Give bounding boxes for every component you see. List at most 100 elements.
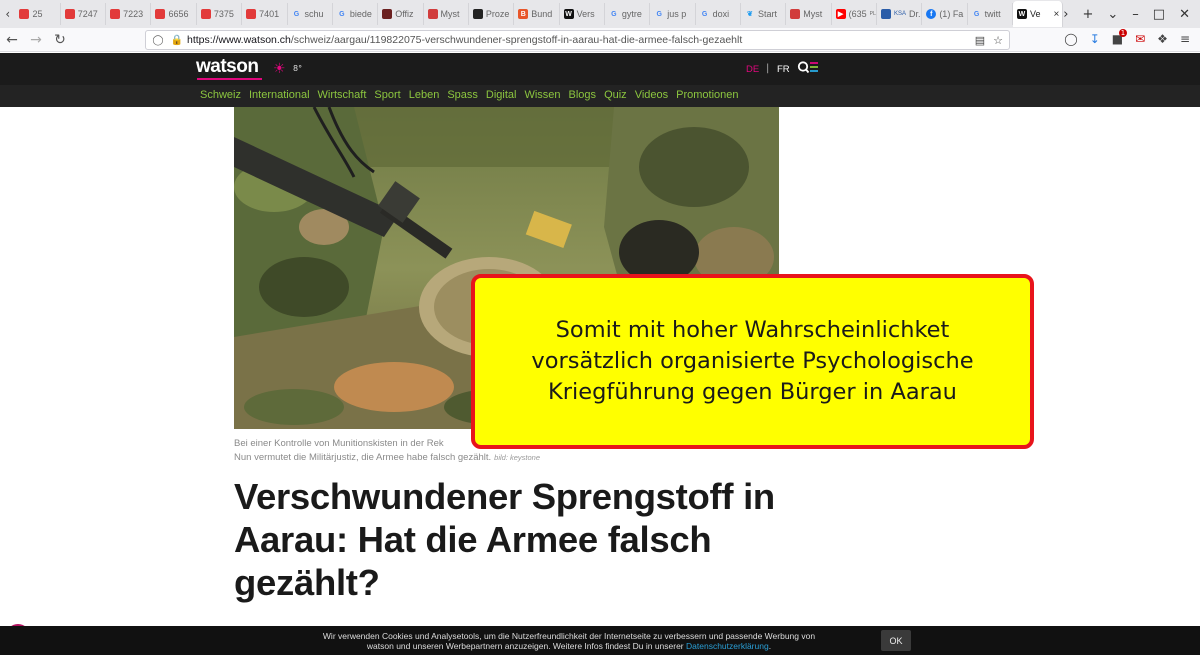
browser-tab[interactable]: Proze xyxy=(469,3,515,25)
section-nav-item[interactable]: Digital xyxy=(486,89,517,101)
privacy-policy-link[interactable]: Datenschutzerklärung xyxy=(686,641,769,651)
bookmark-star-icon[interactable]: ☆ xyxy=(993,34,1003,47)
navigation-bar: ← → ↻ ◯ 🔒 https://www.watson.ch/schweiz/… xyxy=(0,28,1200,52)
tab-label: Offiz xyxy=(395,9,414,19)
cookie-ok-button[interactable]: OK xyxy=(881,630,911,651)
tab-label: 25 xyxy=(32,9,43,19)
section-nav-item[interactable]: Blogs xyxy=(569,89,597,101)
browser-tab[interactable]: B Bund xyxy=(514,3,560,25)
download-icon[interactable]: ↧ xyxy=(1090,32,1100,46)
browser-tab[interactable]: 7401 xyxy=(242,3,288,25)
reader-view-icon[interactable]: ▤ xyxy=(975,34,985,47)
browser-tab[interactable]: ❦ Start xyxy=(741,3,787,25)
reload-button[interactable]: ↻ xyxy=(48,32,72,48)
red-gradient-favicon-icon xyxy=(246,9,257,19)
section-nav-item[interactable]: International xyxy=(249,89,310,101)
pocket-icon[interactable]: ◯ xyxy=(1064,32,1077,46)
browser-tab[interactable]: W Vers xyxy=(560,3,605,25)
section-nav-item[interactable]: Wissen xyxy=(524,89,560,101)
tab-label: gytre xyxy=(621,9,642,19)
tab-scroll-left-icon[interactable]: ‹ xyxy=(0,0,15,28)
browser-tab[interactable]: Gjus p xyxy=(650,3,696,25)
close-tab-icon[interactable]: × xyxy=(1053,9,1059,20)
chevron-down-icon[interactable]: ⌄ xyxy=(1107,7,1118,22)
close-window-icon[interactable]: ✕ xyxy=(1179,7,1190,22)
tab-label: Start xyxy=(757,9,777,19)
section-nav-item[interactable]: Promotionen xyxy=(676,89,738,101)
megaphone-icon[interactable]: ✉ xyxy=(1135,32,1145,46)
tab-label: twitt xyxy=(984,9,1001,19)
section-nav-item[interactable]: Leben xyxy=(409,89,440,101)
minimize-icon[interactable]: – xyxy=(1132,7,1139,22)
browser-tab[interactable]: Myst xyxy=(786,3,832,25)
browser-tab[interactable]: 7223 xyxy=(106,3,152,25)
back-button[interactable]: ← xyxy=(0,32,24,48)
lock-icon[interactable]: 🔒 xyxy=(170,35,184,46)
tab-label: doxi xyxy=(712,9,730,19)
tab-strip: ‹ 25 7247 7223 6656 7375 7401 Gschu Gbiede Offiz… xyxy=(0,0,1200,28)
browser-tab[interactable]: f (1) Fa xyxy=(922,3,968,25)
tab-list: 25 7247 7223 6656 7375 7401 Gschu Gbiede Offiz My… xyxy=(15,0,1013,28)
browser-tab[interactable]: Gdoxi xyxy=(696,3,741,25)
dark-favicon-icon xyxy=(382,9,393,19)
red-gradient-favicon-icon xyxy=(110,9,121,19)
red-gradient-favicon-icon xyxy=(155,9,166,19)
tab-label: (1) Fa xyxy=(939,9,964,19)
red-gradient-favicon-icon xyxy=(19,9,30,19)
watson-favicon-icon: W xyxy=(563,9,574,19)
red-bird-favicon-icon xyxy=(790,9,801,19)
language-fr-link[interactable]: FR xyxy=(777,64,790,75)
section-nav-item[interactable]: Spass xyxy=(447,89,478,101)
google-icon: G xyxy=(973,10,980,18)
watson-logo[interactable]: watson xyxy=(196,56,259,78)
google-icon: G xyxy=(701,10,708,18)
menu-icon[interactable]: ≡ xyxy=(1180,32,1190,46)
google-icon: G xyxy=(339,10,345,18)
browser-tab[interactable]: ▶(635PLAYLI xyxy=(832,3,877,25)
language-de-link[interactable]: DE xyxy=(746,64,759,75)
section-nav-item[interactable]: Videos xyxy=(635,89,668,101)
forward-button[interactable]: → xyxy=(24,32,48,48)
annotation-text: Somit mit hoher Wahrscheinlichket vorsät… xyxy=(531,317,974,405)
annotation-callout: Somit mit hoher Wahrscheinlichket vorsät… xyxy=(471,274,1034,449)
section-nav-item[interactable]: Sport xyxy=(374,89,400,101)
browser-tab[interactable]: 25 xyxy=(15,3,61,25)
tab-scroll-right-icon[interactable]: › xyxy=(1063,7,1068,22)
facebook-icon: f xyxy=(926,9,937,19)
twitter-icon: ❦ xyxy=(747,11,753,18)
browser-tab[interactable]: Myst xyxy=(424,3,469,25)
browser-tab[interactable]: 7247 xyxy=(61,3,107,25)
cookie-text-line-1: Wir verwenden Cookies und Analysetools, … xyxy=(322,631,816,641)
red-gradient-favicon-icon xyxy=(200,9,211,19)
extension-icon[interactable]: ■ 1 xyxy=(1112,29,1128,46)
url-bar[interactable]: ◯ 🔒 https://www.watson.ch/schweiz/aargau… xyxy=(145,30,1010,50)
browser-tab[interactable]: Gschu xyxy=(288,3,333,25)
puzzle-icon[interactable]: ❖ xyxy=(1157,32,1168,46)
caption-line-2: Nun vermutet die Militärjustiz, die Arme… xyxy=(234,452,492,463)
tab-label: 7375 xyxy=(213,9,234,19)
browser-tab[interactable]: KSADr. n xyxy=(877,3,923,25)
new-tab-button[interactable]: + xyxy=(1082,7,1093,22)
notification-badge: 1 xyxy=(1118,29,1128,37)
browser-tab[interactable]: Ggytre xyxy=(605,3,651,25)
shield-icon[interactable]: ◯ xyxy=(151,35,165,46)
tab-active[interactable]: W Ve × xyxy=(1012,1,1064,27)
tab-label: Myst xyxy=(440,9,460,19)
tab-label: 7247 xyxy=(77,9,98,19)
tab-label: (635 xyxy=(848,9,867,19)
maximize-icon[interactable]: □ xyxy=(1153,7,1165,22)
google-icon: G xyxy=(611,10,617,18)
cookie-text: Wir verwenden Cookies und Analysetools, … xyxy=(289,631,849,651)
search-menu-icon[interactable] xyxy=(797,60,819,76)
section-nav-item[interactable]: Schweiz xyxy=(200,89,241,101)
logo-underline xyxy=(197,78,262,80)
url-text: https://www.watson.ch/schweiz/aargau/119… xyxy=(187,34,742,46)
browser-tab[interactable]: 7375 xyxy=(197,3,243,25)
browser-tab[interactable]: 6656 xyxy=(151,3,197,25)
section-nav-item[interactable]: Wirtschaft xyxy=(318,89,367,101)
browser-tab[interactable]: Offiz xyxy=(378,3,424,25)
browser-tab[interactable]: Gbiede xyxy=(333,3,379,25)
section-nav-item[interactable]: Quiz xyxy=(604,89,627,101)
weather-sun-cloud-icon[interactable]: ☀ xyxy=(273,61,286,77)
browser-tab[interactable]: Gtwitt xyxy=(968,3,1013,25)
